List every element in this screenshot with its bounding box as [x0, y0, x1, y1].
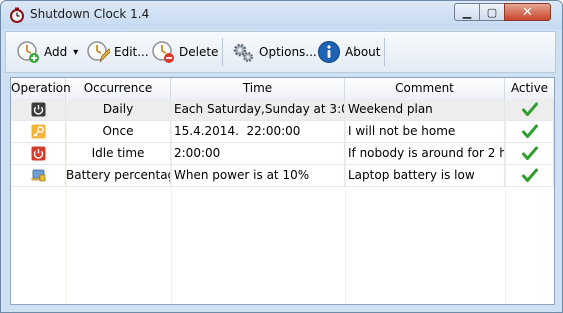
operation-cell: [11, 121, 66, 142]
header-comment[interactable]: Comment: [345, 78, 505, 99]
operation-cell: [11, 143, 66, 164]
active-cell[interactable]: [505, 99, 554, 120]
schedule-table: Operation Occurrence Time Comment Active…: [10, 77, 555, 305]
occurrence-cell: Idle time: [66, 143, 171, 164]
operation-cell: [11, 165, 66, 186]
table-header: Operation Occurrence Time Comment Active: [11, 78, 554, 100]
toolbar-separator: [384, 38, 385, 66]
check-icon: [522, 102, 538, 116]
delete-label: Delete: [179, 45, 219, 59]
header-active[interactable]: Active: [505, 78, 554, 99]
about-button[interactable]: About: [317, 37, 380, 67]
add-clock-icon: [17, 41, 39, 63]
toolbar: Add ▾ Edit... Delete Options... About: [5, 31, 556, 73]
laptop-battery-icon: [31, 169, 46, 182]
info-icon: [318, 41, 340, 63]
add-dropdown-arrow-icon[interactable]: ▾: [73, 47, 78, 58]
time-cell: Each Saturday,Sunday at 3:00:00: [171, 99, 345, 120]
table-row[interactable]: Daily Each Saturday,Sunday at 3:00:00 We…: [11, 99, 554, 121]
edit-label: Edit...: [114, 45, 149, 59]
header-operation[interactable]: Operation: [11, 78, 71, 99]
header-time[interactable]: Time: [171, 78, 345, 99]
add-button[interactable]: Add ▾: [16, 37, 78, 67]
edit-button[interactable]: Edit...: [86, 37, 149, 67]
options-button[interactable]: Options...: [231, 37, 317, 67]
table-row[interactable]: Once 15.4.2014. 22:00:00 I will not be h…: [11, 121, 554, 143]
comment-cell: If nobody is around for 2 hours: [345, 143, 505, 164]
time-cell: 15.4.2014. 22:00:00: [171, 121, 345, 142]
active-cell[interactable]: [505, 165, 554, 186]
comment-cell: Weekend plan: [345, 99, 505, 120]
edit-clock-icon: [87, 41, 110, 63]
title-bar[interactable]: Shutdown Clock 1.4 ▁ ▢ ✕: [1, 1, 562, 29]
check-icon: [522, 124, 538, 138]
occurrence-cell: Daily: [66, 99, 171, 120]
time-cell: 2:00:00: [171, 143, 345, 164]
toolbar-separator: [222, 38, 223, 66]
minimize-button[interactable]: ▁: [454, 3, 480, 21]
about-label: About: [345, 45, 381, 59]
delete-clock-icon: [152, 41, 174, 63]
key-icon: [31, 124, 46, 139]
app-clock-icon: [10, 7, 24, 23]
options-label: Options...: [259, 45, 317, 59]
gears-icon: [233, 43, 253, 62]
app-window: Shutdown Clock 1.4 ▁ ▢ ✕ Add ▾ Edit... D…: [0, 0, 563, 313]
window-title: Shutdown Clock 1.4: [30, 7, 150, 21]
comment-cell: Laptop battery is low: [345, 165, 505, 186]
time-cell: When power is at 10%: [171, 165, 345, 186]
active-cell[interactable]: [505, 143, 554, 164]
check-icon: [522, 146, 538, 160]
comment-cell: I will not be home: [345, 121, 505, 142]
occurrence-cell: Battery percentage: [66, 165, 171, 186]
operation-cell: [11, 99, 66, 120]
occurrence-cell: Once: [66, 121, 171, 142]
power-icon: [31, 102, 46, 117]
header-occurrence[interactable]: Occurrence: [66, 78, 171, 99]
delete-button[interactable]: Delete: [151, 37, 218, 67]
add-label: Add: [44, 45, 68, 59]
close-button[interactable]: ✕: [504, 3, 551, 21]
maximize-button[interactable]: ▢: [479, 3, 505, 21]
table-row[interactable]: Idle time 2:00:00 If nobody is around fo…: [11, 143, 554, 165]
check-icon: [522, 168, 538, 182]
active-cell[interactable]: [505, 121, 554, 142]
power-red-icon: [31, 146, 46, 161]
table-row[interactable]: Battery percentage When power is at 10% …: [11, 165, 554, 187]
